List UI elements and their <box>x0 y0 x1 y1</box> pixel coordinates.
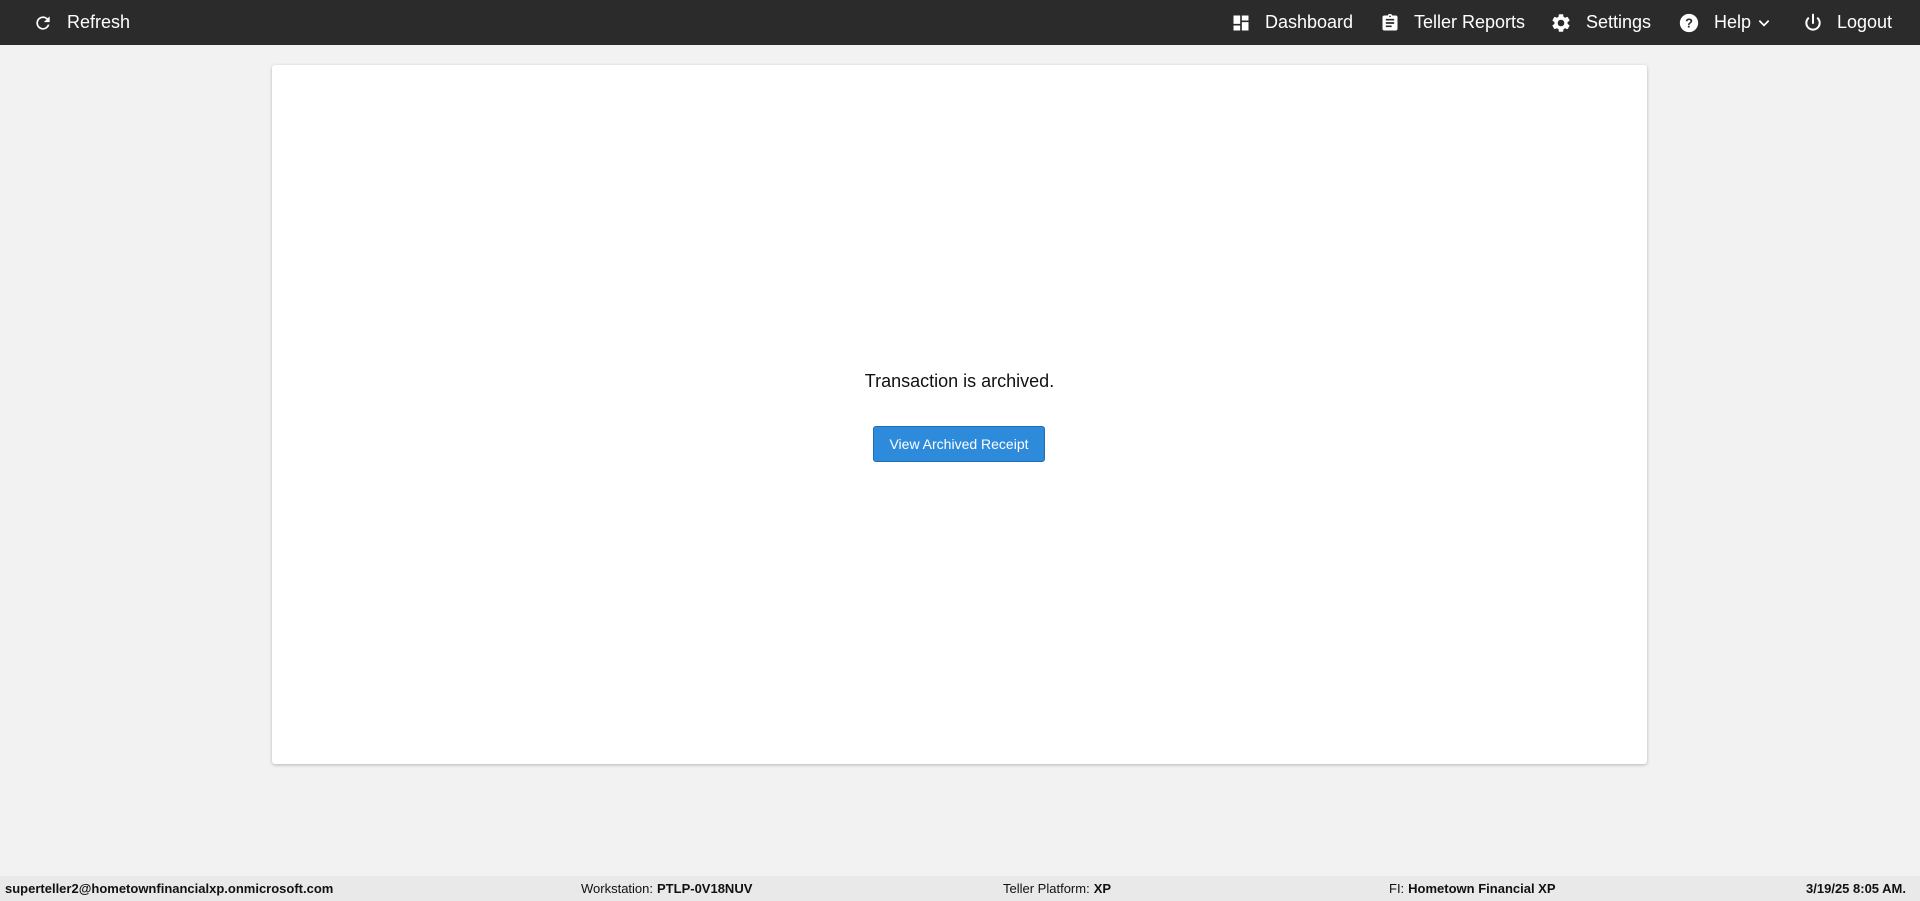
dashboard-icon <box>1231 13 1251 33</box>
refresh-button[interactable]: Refresh <box>33 0 130 45</box>
datetime-value: 3/19/25 8:05 AM. <box>1806 881 1906 896</box>
status-workstation: Workstation: PTLP-0V18NUV <box>581 876 752 901</box>
chevron-down-icon <box>1757 16 1771 30</box>
status-datetime: 3/19/25 8:05 AM. <box>1806 876 1906 901</box>
fi-value: Hometown Financial XP <box>1408 881 1556 896</box>
status-fi: FI: Hometown Financial XP <box>1389 876 1556 901</box>
view-archived-receipt-button[interactable]: View Archived Receipt <box>873 426 1045 462</box>
refresh-label: Refresh <box>67 12 131 32</box>
logout-label: Logout <box>1837 12 1893 32</box>
svg-text:?: ? <box>1685 15 1693 30</box>
teller-reports-label: Teller Reports <box>1414 12 1526 32</box>
nav-dashboard[interactable]: Dashboard <box>1231 0 1353 45</box>
status-user: superteller2@hometownfinancialxp.onmicro… <box>5 876 333 901</box>
status-bar: superteller2@hometownfinancialxp.onmicro… <box>0 876 1920 901</box>
archived-message: Transaction is archived. <box>864 371 1055 391</box>
nav-logout[interactable]: Logout <box>1803 0 1892 45</box>
top-nav-bar: Refresh Dashboard Teller Reports Setting… <box>0 0 1920 45</box>
platform-label: Teller Platform: <box>1003 881 1090 896</box>
power-icon <box>1803 13 1823 33</box>
workstation-label: Workstation: <box>581 881 654 896</box>
settings-label: Settings <box>1586 12 1652 32</box>
refresh-icon <box>33 13 53 33</box>
user-email: superteller2@hometownfinancialxp.onmicro… <box>5 881 334 896</box>
fi-label: FI: <box>1389 881 1405 896</box>
nav-help[interactable]: ? Help <box>1678 0 1771 45</box>
main-card: Transaction is archived. View Archived R… <box>272 65 1647 764</box>
platform-value: XP <box>1093 881 1112 896</box>
dashboard-label: Dashboard <box>1265 12 1354 32</box>
workstation-value: PTLP-0V18NUV <box>657 881 753 896</box>
gear-icon <box>1550 12 1572 34</box>
nav-teller-reports[interactable]: Teller Reports <box>1380 0 1525 45</box>
help-label: Help <box>1714 12 1752 32</box>
status-platform: Teller Platform: XP <box>1003 876 1111 901</box>
clipboard-icon <box>1380 13 1400 33</box>
help-icon: ? <box>1678 12 1700 34</box>
nav-settings[interactable]: Settings <box>1550 0 1651 45</box>
